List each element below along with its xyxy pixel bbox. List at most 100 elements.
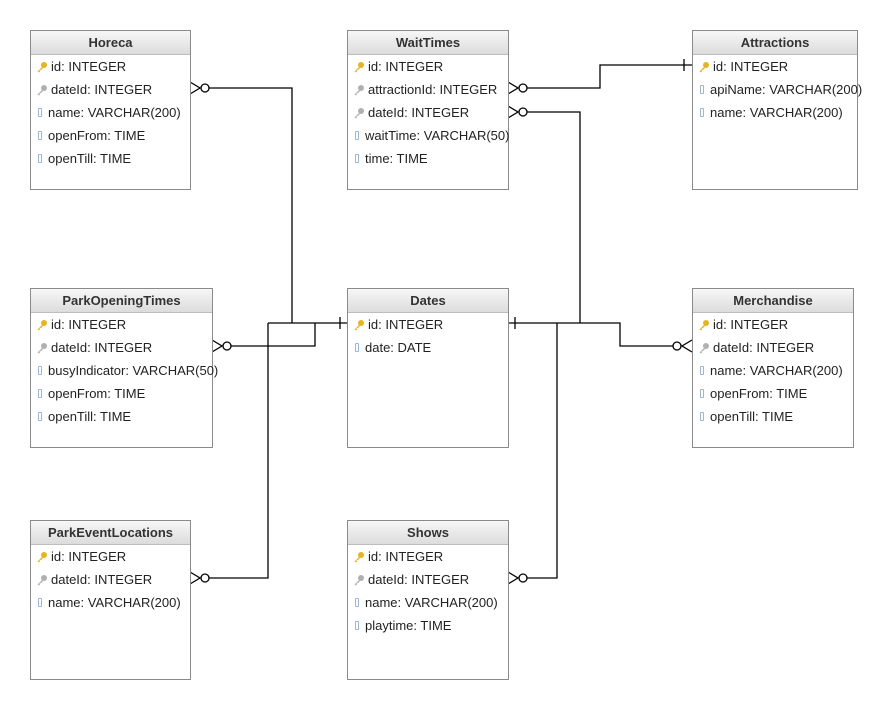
foreign-key-icon bbox=[37, 342, 47, 353]
primary-key-icon bbox=[37, 551, 47, 562]
table-field[interactable]: openFrom: TIME bbox=[693, 382, 853, 405]
column-icon bbox=[38, 108, 42, 117]
table-field[interactable]: date: DATE bbox=[348, 336, 508, 359]
table-field[interactable]: name: VARCHAR(200) bbox=[693, 359, 853, 382]
table-title: Dates bbox=[348, 289, 508, 313]
primary-key-icon bbox=[354, 61, 364, 72]
primary-key-icon bbox=[699, 61, 709, 72]
table-field[interactable]: openFrom: TIME bbox=[31, 382, 212, 405]
table-field[interactable]: attractionId: INTEGER bbox=[348, 78, 508, 101]
field-label: dateId: INTEGER bbox=[51, 572, 153, 587]
rel-waittimes-dates bbox=[507, 105, 581, 323]
column-icon bbox=[355, 343, 359, 352]
table-field[interactable]: busyIndicator: VARCHAR(50) bbox=[31, 359, 218, 382]
table-shows[interactable]: Shows id: INTEGER dateId: INTEGER name: VAR… bbox=[347, 520, 509, 680]
table-field[interactable]: openTill: TIME bbox=[31, 405, 212, 428]
table-title: Merchandise bbox=[693, 289, 853, 313]
table-field[interactable]: dateId: INTEGER bbox=[693, 336, 853, 359]
table-field[interactable]: id: INTEGER bbox=[31, 313, 212, 336]
table-field[interactable]: id: INTEGER bbox=[693, 313, 853, 336]
table-field[interactable]: dateId: INTEGER bbox=[31, 78, 190, 101]
table-field[interactable]: id: INTEGER bbox=[31, 55, 190, 78]
column-icon bbox=[38, 366, 42, 375]
table-field[interactable]: id: INTEGER bbox=[693, 55, 857, 78]
table-title: Attractions bbox=[693, 31, 857, 55]
table-field[interactable]: id: INTEGER bbox=[348, 545, 508, 568]
table-field[interactable]: openFrom: TIME bbox=[31, 124, 190, 147]
foreign-key-icon bbox=[37, 84, 47, 95]
table-field[interactable]: id: INTEGER bbox=[348, 55, 508, 78]
field-label: id: INTEGER bbox=[713, 317, 789, 332]
field-label: time: TIME bbox=[365, 151, 428, 166]
column-icon bbox=[355, 621, 359, 630]
table-field[interactable]: apiName: VARCHAR(200) bbox=[693, 78, 862, 101]
table-field[interactable]: time: TIME bbox=[348, 147, 508, 170]
field-label: dateId: INTEGER bbox=[368, 105, 470, 120]
field-label: waitTime: VARCHAR(50) bbox=[365, 128, 510, 143]
field-label: busyIndicator: VARCHAR(50) bbox=[48, 363, 219, 378]
table-horeca[interactable]: Horeca id: INTEGER dateId: INTEGER name: VA… bbox=[30, 30, 191, 190]
primary-key-icon bbox=[37, 61, 47, 72]
field-label: id: INTEGER bbox=[368, 317, 444, 332]
table-title: WaitTimes bbox=[348, 31, 508, 55]
table-field[interactable]: playtime: TIME bbox=[348, 614, 508, 637]
foreign-key-icon bbox=[354, 574, 364, 585]
primary-key-icon bbox=[37, 319, 47, 330]
table-field[interactable]: openTill: TIME bbox=[31, 147, 190, 170]
field-label: openFrom: TIME bbox=[48, 128, 146, 143]
column-icon bbox=[38, 131, 42, 140]
table-parkopeningtimes[interactable]: ParkOpeningTimes id: INTEGER dateId: INTEG… bbox=[30, 288, 218, 448]
field-label: openTill: TIME bbox=[48, 409, 132, 424]
primary-key-icon bbox=[699, 319, 709, 330]
field-label: dateId: INTEGER bbox=[51, 82, 153, 97]
column-icon bbox=[700, 389, 704, 398]
field-label: id: INTEGER bbox=[51, 549, 127, 564]
table-field[interactable]: name: VARCHAR(200) bbox=[693, 101, 857, 124]
table-field[interactable]: dateId: INTEGER bbox=[348, 568, 508, 591]
field-label: id: INTEGER bbox=[51, 317, 127, 332]
field-label: attractionId: INTEGER bbox=[368, 82, 498, 97]
table-title: Shows bbox=[348, 521, 508, 545]
table-title: ParkOpeningTimes bbox=[31, 289, 212, 313]
field-label: id: INTEGER bbox=[713, 59, 789, 74]
field-label: playtime: TIME bbox=[365, 618, 452, 633]
table-attractions[interactable]: Attractions id: INTEGER apiName: VARCHAR(2… bbox=[692, 30, 862, 190]
table-field[interactable]: dateId: INTEGER bbox=[348, 101, 508, 124]
column-icon bbox=[355, 131, 359, 140]
field-label: dateId: INTEGER bbox=[51, 340, 153, 355]
rel-shows-dates bbox=[507, 323, 558, 585]
table-field[interactable]: openTill: TIME bbox=[693, 405, 853, 428]
primary-key-icon bbox=[354, 319, 364, 330]
column-icon bbox=[38, 389, 42, 398]
field-label: name: VARCHAR(200) bbox=[710, 105, 843, 120]
field-label: dateId: INTEGER bbox=[368, 572, 470, 587]
column-icon bbox=[38, 412, 42, 421]
table-field[interactable]: name: VARCHAR(200) bbox=[31, 101, 190, 124]
table-field[interactable]: dateId: INTEGER bbox=[31, 336, 212, 359]
table-field[interactable]: id: INTEGER bbox=[31, 545, 190, 568]
field-label: openTill: TIME bbox=[48, 151, 132, 166]
field-label: openFrom: TIME bbox=[48, 386, 146, 401]
foreign-key-icon bbox=[354, 107, 364, 118]
column-icon bbox=[700, 85, 704, 94]
table-merchandise[interactable]: Merchandise id: INTEGER dateId: INTEGER nam… bbox=[692, 288, 854, 448]
field-label: date: DATE bbox=[365, 340, 432, 355]
table-field[interactable]: waitTime: VARCHAR(50) bbox=[348, 124, 510, 147]
rel-merchandise-dates bbox=[508, 317, 693, 353]
field-label: dateId: INTEGER bbox=[713, 340, 815, 355]
table-title: Horeca bbox=[31, 31, 190, 55]
table-title: ParkEventLocations bbox=[31, 521, 190, 545]
table-waittimes[interactable]: WaitTimes id: INTEGER attractionId: INTEGE… bbox=[347, 30, 509, 190]
table-field[interactable]: dateId: INTEGER bbox=[31, 568, 190, 591]
field-label: name: VARCHAR(200) bbox=[48, 105, 181, 120]
table-field[interactable]: id: INTEGER bbox=[348, 313, 508, 336]
rel-horeca-dates bbox=[189, 81, 347, 329]
table-field[interactable]: name: VARCHAR(200) bbox=[31, 591, 190, 614]
field-label: name: VARCHAR(200) bbox=[365, 595, 498, 610]
field-label: id: INTEGER bbox=[51, 59, 127, 74]
field-label: openFrom: TIME bbox=[710, 386, 808, 401]
table-dates[interactable]: Dates id: INTEGER date: DATE bbox=[347, 288, 509, 448]
table-parkeventlocations[interactable]: ParkEventLocations id: INTEGER dateId: INT… bbox=[30, 520, 191, 680]
rel-parkopeningtimes-dates bbox=[211, 323, 316, 353]
table-field[interactable]: name: VARCHAR(200) bbox=[348, 591, 508, 614]
